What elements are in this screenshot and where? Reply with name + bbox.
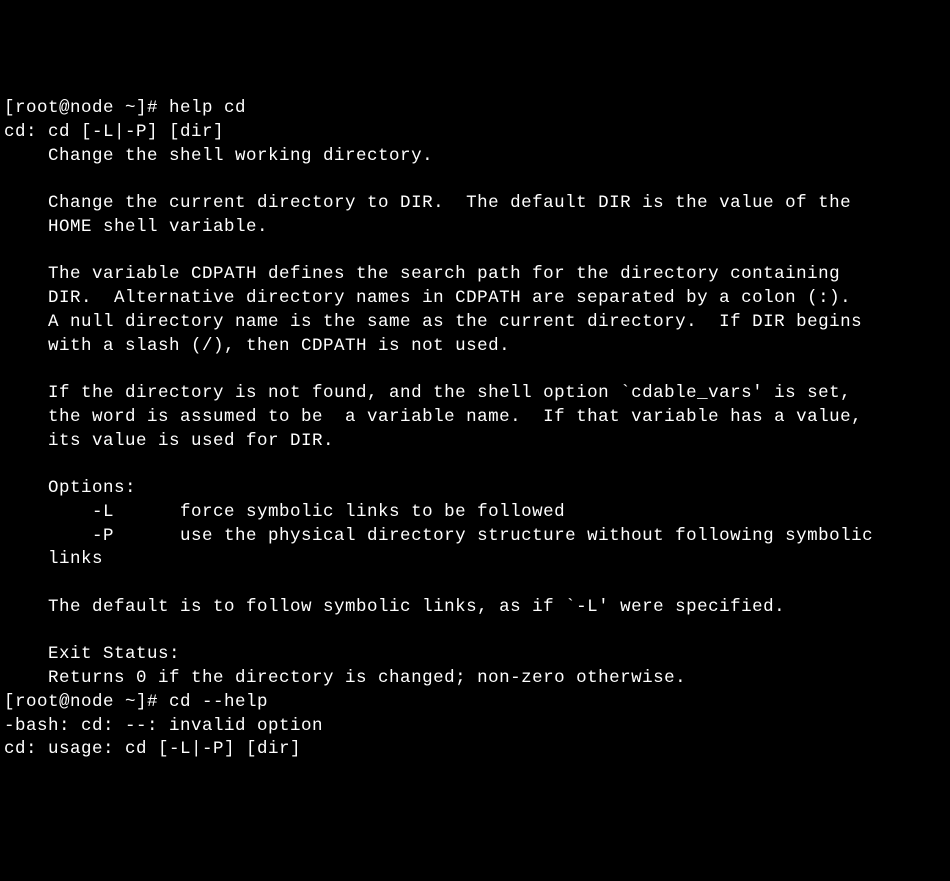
terminal-line [4,168,946,192]
terminal-line [4,358,946,382]
terminal-line: Returns 0 if the directory is changed; n… [4,667,946,691]
terminal-line [4,620,946,644]
terminal-line: Options: [4,477,946,501]
terminal-line: Change the current directory to DIR. The… [4,192,946,216]
terminal-line: -L force symbolic links to be followed [4,501,946,525]
terminal-line: [root@node ~]# help cd [4,97,946,121]
terminal-line: the word is assumed to be a variable nam… [4,406,946,430]
terminal-line: The variable CDPATH defines the search p… [4,263,946,287]
terminal-line: [root@node ~]# cd --help [4,691,946,715]
terminal-line: DIR. Alternative directory names in CDPA… [4,287,946,311]
terminal-line: Change the shell working directory. [4,145,946,169]
terminal-line: A null directory name is the same as the… [4,311,946,335]
terminal-line: HOME shell variable. [4,216,946,240]
terminal-line [4,572,946,596]
terminal-line: -P use the physical directory structure … [4,525,946,549]
terminal-line: If the directory is not found, and the s… [4,382,946,406]
terminal-line: links [4,548,946,572]
terminal-line: with a slash (/), then CDPATH is not use… [4,335,946,359]
terminal-line [4,240,946,264]
terminal-line: its value is used for DIR. [4,430,946,454]
terminal-line: The default is to follow symbolic links,… [4,596,946,620]
terminal-line: cd: cd [-L|-P] [dir] [4,121,946,145]
terminal-line: -bash: cd: --: invalid option [4,715,946,739]
terminal-output[interactable]: [root@node ~]# help cdcd: cd [-L|-P] [di… [4,97,946,762]
terminal-line: Exit Status: [4,643,946,667]
terminal-line: cd: usage: cd [-L|-P] [dir] [4,738,946,762]
terminal-line [4,453,946,477]
